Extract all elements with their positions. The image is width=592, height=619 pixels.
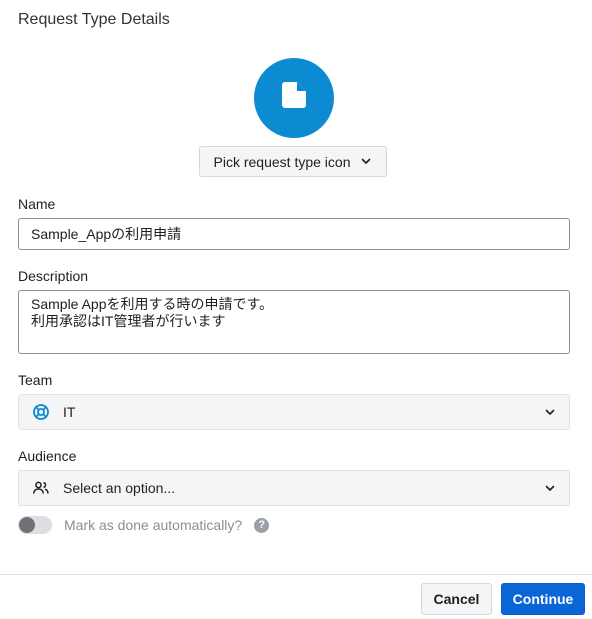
description-line-1: Sample Appを利用する時の申請です。 — [31, 296, 274, 312]
footer-divider — [0, 574, 592, 575]
pick-icon-button[interactable]: Pick request type icon — [199, 146, 387, 177]
auto-done-label: Mark as done automatically? — [64, 517, 243, 533]
team-value: IT — [63, 404, 76, 420]
continue-button[interactable]: Continue — [501, 583, 585, 615]
name-input[interactable]: Sample_Appの利用申請 — [18, 218, 570, 250]
request-type-icon-preview — [254, 58, 334, 138]
name-value: Sample_Appの利用申請 — [31, 226, 182, 242]
pick-icon-label: Pick request type icon — [213, 153, 351, 170]
lifebuoy-icon — [31, 402, 51, 422]
team-select[interactable]: IT — [18, 394, 570, 430]
team-label: Team — [18, 372, 53, 388]
chevron-down-icon — [543, 405, 557, 419]
cancel-button[interactable]: Cancel — [421, 583, 492, 615]
audience-placeholder: Select an option... — [63, 480, 176, 496]
toggle-knob — [19, 517, 35, 533]
help-icon[interactable]: ? — [254, 517, 270, 533]
audience-select[interactable]: Select an option... — [18, 470, 570, 506]
auto-done-row: Mark as done automatically? ? — [18, 516, 270, 534]
name-label: Name — [18, 196, 56, 212]
description-label: Description — [18, 268, 89, 284]
dialog-title: Request Type Details — [18, 11, 170, 28]
description-line-2: 利用承認はIT管理者が行います — [31, 313, 226, 329]
description-textarea[interactable]: Sample Appを利用する時の申請です。 利用承認はIT管理者が行います — [18, 290, 570, 354]
document-icon — [278, 80, 310, 117]
audience-label: Audience — [18, 448, 77, 464]
users-icon — [31, 478, 51, 498]
chevron-down-icon — [543, 481, 557, 495]
chevron-down-icon — [360, 154, 372, 170]
auto-done-toggle[interactable] — [18, 516, 52, 534]
